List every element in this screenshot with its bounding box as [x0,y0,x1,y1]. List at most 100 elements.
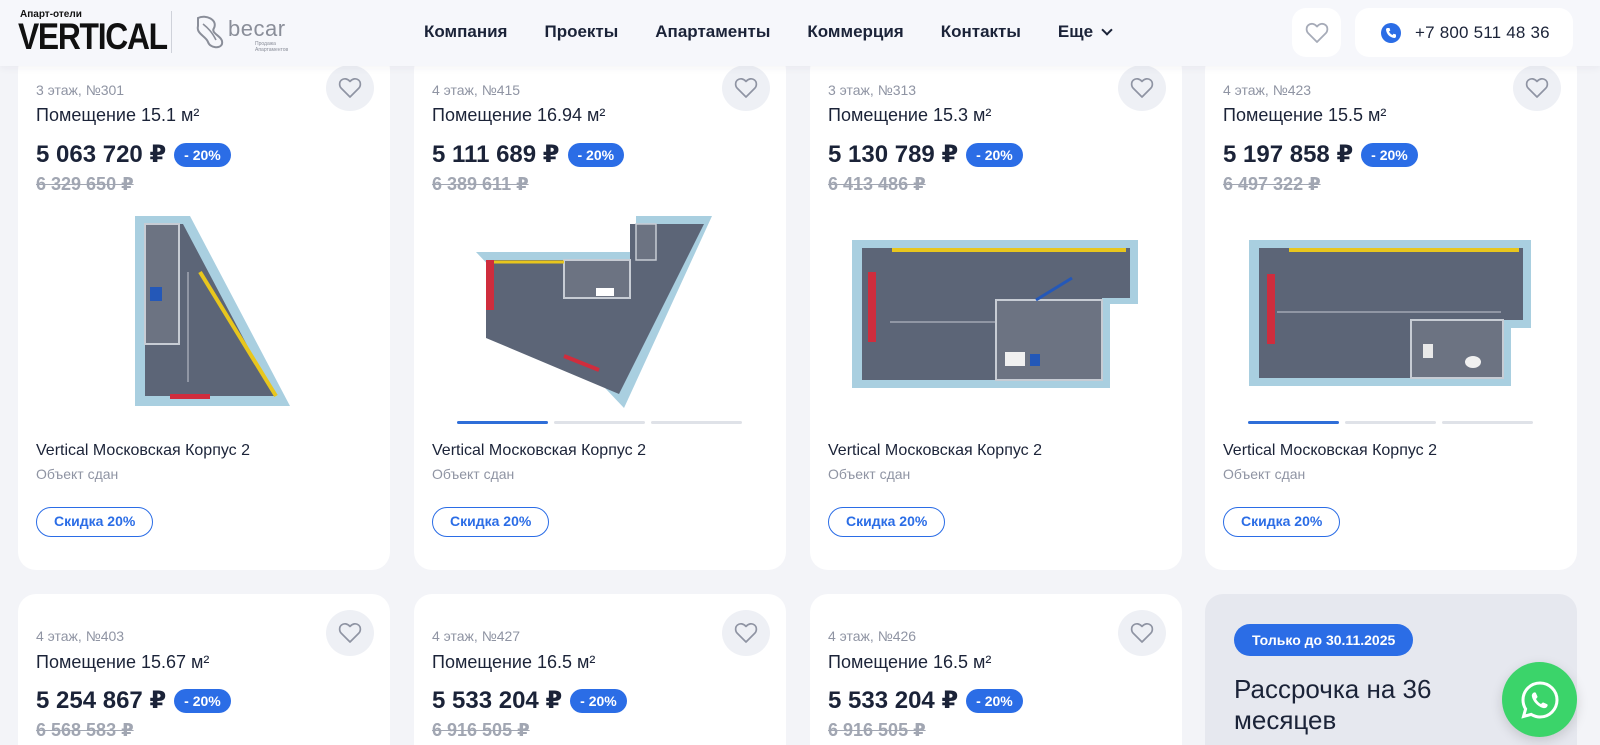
site-header: Апарт-отели VERTICAL becar Продажа Апарт… [0,0,1600,66]
apartment-card[interactable]: 4 этаж, №426 Помещение 16.5 м² 5 533 204… [810,594,1182,745]
becar-logo-text[interactable]: becar [228,16,286,42]
card-floor: 4 этаж, №423 [1223,82,1312,98]
discount-badge: - 20% [174,142,231,167]
card-floor: 3 этаж, №313 [828,82,917,98]
card-floor: 4 этаж, №403 [36,628,125,644]
nav-commerce[interactable]: Коммерция [807,22,903,42]
discount-badge: - 20% [1361,142,1418,167]
phone-number: +7 800 511 48 36 [1415,22,1550,42]
nav-apartments[interactable]: Апартаменты [655,22,770,42]
card-status: Объект сдан [36,466,119,482]
card-favorite-button[interactable] [326,65,374,111]
card-project: Vertical Московская Корпус 2 [36,442,251,459]
apartment-card[interactable]: 4 этаж, №403 Помещение 15.67 м² 5 254 86… [18,594,390,745]
card-price: 5 130 789 ₽ [828,141,959,168]
card-floor: 4 этаж, №426 [828,628,917,644]
card-title: Помещение 16.5 м² [828,652,992,672]
apartment-card[interactable]: 4 этаж, №423 Помещение 15.5 м² 5 197 858… [1205,52,1577,570]
carousel-dot[interactable] [554,421,645,424]
nav-projects[interactable]: Проекты [544,22,618,42]
card-price-row: 5 111 689 ₽ - 20% [432,140,625,169]
card-floor: 4 этаж, №415 [432,82,521,98]
floor-plan-image[interactable] [18,212,390,422]
nav-company[interactable]: Компания [424,22,507,42]
card-favorite-button[interactable] [1513,65,1561,111]
card-price-row: 5 533 204 ₽ - 20% [432,686,627,715]
card-tag[interactable]: Скидка 20% [1223,507,1341,537]
phone-icon [1381,22,1401,43]
main-nav: Компания Проекты Апартаменты Коммерция К… [424,0,1148,64]
carousel-dot[interactable] [457,421,548,424]
card-status: Объект сдан [828,466,911,482]
card-price-row: 5 197 858 ₽ - 20% [1223,140,1418,169]
apartment-card[interactable]: 4 этаж, №415 Помещение 16.94 м² 5 111 68… [414,52,786,570]
heart-icon [734,622,758,643]
heart-icon [338,77,362,98]
carousel-dot[interactable] [1248,421,1339,424]
card-old-price: 6 389 611 ₽ [432,174,529,194]
nav-more-label: Еще [1057,22,1094,41]
promo-title: Рассрочка на 36 месяцев [1234,674,1432,735]
card-project: Vertical Московская Корпус 2 [432,442,647,459]
card-title: Помещение 15.5 м² [1223,105,1387,125]
image-carousel-dots[interactable] [457,421,742,424]
card-floor: 3 этаж, №301 [36,82,125,98]
card-favorite-button[interactable] [1118,610,1166,656]
carousel-dot[interactable] [651,421,742,424]
promo-deadline-badge: Только до 30.11.2025 [1234,624,1414,656]
card-price: 5 197 858 ₽ [1223,141,1354,168]
nav-contacts[interactable]: Контакты [941,22,1021,42]
discount-badge: - 20% [174,688,231,713]
floor-plan-image[interactable] [1205,212,1577,422]
card-tag[interactable]: Скидка 20% [36,507,154,537]
card-tag[interactable]: Скидка 20% [432,507,550,537]
card-old-price: 6 568 583 ₽ [36,720,134,740]
discount-badge: - 20% [567,142,625,167]
heart-icon [338,622,362,643]
whatsapp-icon [1520,680,1559,719]
card-price-row: 5 254 867 ₽ - 20% [36,686,231,715]
card-title: Помещение 15.3 м² [828,105,992,125]
whatsapp-button[interactable] [1502,662,1577,737]
heart-icon [1130,77,1154,98]
card-price-row: 5 063 720 ₽ - 20% [36,140,231,169]
apartment-card[interactable]: 3 этаж, №313 Помещение 15.3 м² 5 130 789… [810,52,1182,570]
card-favorite-button[interactable] [1118,65,1166,111]
card-favorite-button[interactable] [326,610,374,656]
card-old-price: 6 413 486 ₽ [828,174,926,194]
heart-icon [1305,22,1328,43]
card-title: Помещение 15.1 м² [36,105,200,125]
carousel-dot[interactable] [1345,421,1436,424]
floor-plan-image[interactable] [414,212,786,422]
becar-logo-subtitle: Продажа Апартаментов [255,41,289,53]
card-title: Помещение 15.67 м² [36,652,210,672]
card-title: Помещение 16.5 м² [432,652,596,672]
card-price-row: 5 130 789 ₽ - 20% [828,140,1023,169]
nav-more-dropdown[interactable]: Еще [1057,22,1113,42]
card-favorite-button[interactable] [722,610,770,656]
card-project: Vertical Московская Корпус 2 [1223,442,1438,459]
card-price: 5 063 720 ₽ [36,141,167,168]
card-price: 5 533 204 ₽ [432,687,563,714]
card-price: 5 533 204 ₽ [828,687,959,714]
card-status: Объект сдан [432,466,515,482]
favorites-button[interactable] [1292,8,1341,57]
carousel-dot[interactable] [1442,421,1533,424]
heart-icon [734,77,758,98]
card-old-price: 6 916 505 ₽ [828,720,926,740]
apartment-card[interactable]: 4 этаж, №427 Помещение 16.5 м² 5 533 204… [414,594,786,745]
image-carousel-dots[interactable] [1248,421,1533,424]
card-project: Vertical Московская Корпус 2 [828,442,1043,459]
phone-button[interactable]: +7 800 511 48 36 [1355,8,1573,57]
apartment-card[interactable]: 3 этаж, №301 Помещение 15.1 м² 5 063 720… [18,52,390,570]
card-old-price: 6 497 322 ₽ [1223,174,1321,194]
card-status: Объект сдан [1223,466,1306,482]
card-tag[interactable]: Скидка 20% [828,507,946,537]
card-price: 5 111 689 ₽ [432,141,560,168]
vertical-logo[interactable]: VERTICAL [18,17,168,57]
card-favorite-button[interactable] [722,65,770,111]
discount-badge: - 20% [570,688,627,713]
floor-plan-image[interactable] [810,212,1182,422]
discount-badge: - 20% [966,688,1023,713]
heart-icon [1525,77,1549,98]
